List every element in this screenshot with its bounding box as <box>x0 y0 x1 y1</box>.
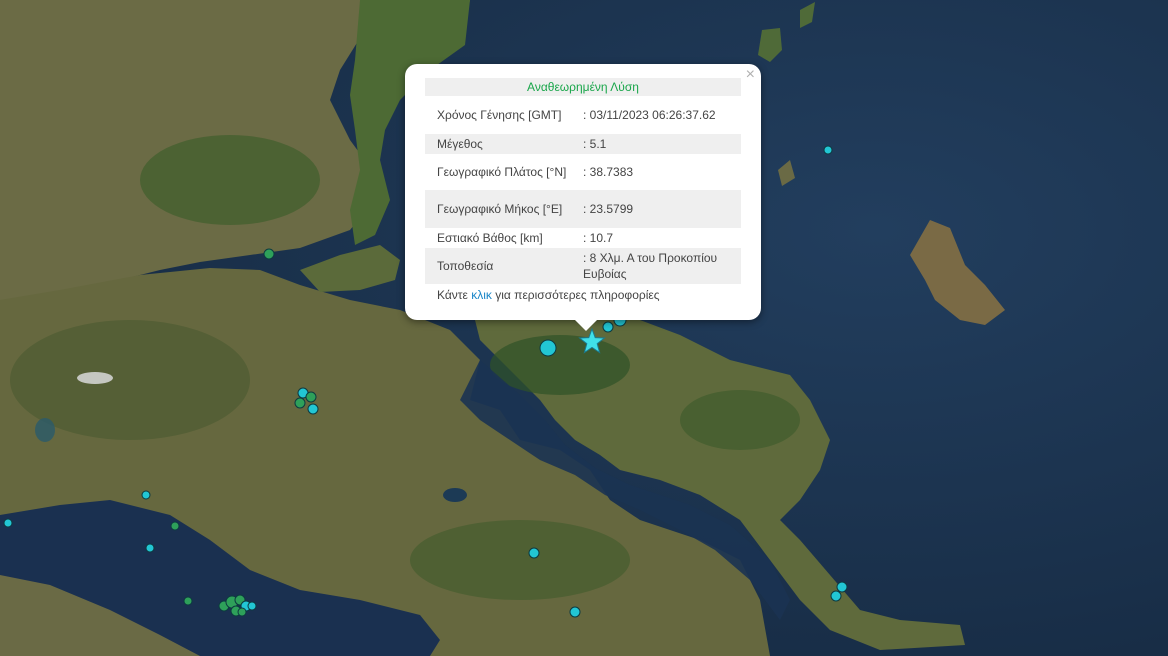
magnitude-label: Μέγεθος <box>425 134 571 154</box>
lake <box>443 488 467 502</box>
table-row: Μέγεθος : 5.1 <box>425 134 741 154</box>
quake-info-table: Χρόνος Γένησης [GMT] : 03/11/2023 06:26:… <box>425 96 741 284</box>
lake <box>35 418 55 442</box>
latitude-value: : 38.7383 <box>583 165 634 179</box>
depth-value: : 10.7 <box>583 231 614 245</box>
forest-patch <box>490 335 630 395</box>
earthquake-marker[interactable] <box>294 397 306 409</box>
close-icon[interactable]: × <box>746 67 755 83</box>
earthquake-marker[interactable] <box>823 145 833 155</box>
table-row: Εστιακό Βάθος [km] : 10.7 <box>425 228 741 248</box>
mountain-snow <box>77 372 113 384</box>
forest-patch <box>410 520 630 600</box>
table-row: Γεωγραφικό Πλάτος [°N] : 38.7383 <box>425 154 741 190</box>
table-row: Χρόνος Γένησης [GMT] : 03/11/2023 06:26:… <box>425 96 741 134</box>
latitude-label: Γεωγραφικό Πλάτος [°N] <box>437 165 567 179</box>
earthquake-marker[interactable] <box>830 590 842 602</box>
location-value: : 8 Χλμ. Α του Προκοπίου Ευβοίας <box>571 248 741 284</box>
popup-footer: Κάντε κλικ για περισσότερες πληροφορίες <box>425 288 741 302</box>
depth-label: Εστιακό Βάθος [km] <box>437 231 543 245</box>
earthquake-marker[interactable] <box>183 596 193 606</box>
popup-tip <box>575 320 597 331</box>
earthquake-marker[interactable] <box>263 248 275 260</box>
footer-text-post: για περισσότερες πληροφορίες <box>491 288 660 302</box>
origin-time-value: : 03/11/2023 06:26:37.62 <box>583 108 716 122</box>
more-info-link[interactable]: κλικ <box>471 288 492 302</box>
earthquake-marker[interactable] <box>170 521 180 531</box>
earthquake-marker[interactable] <box>569 606 581 618</box>
earthquake-marker[interactable] <box>237 607 247 617</box>
origin-time-label: Χρόνος Γένησης [GMT] <box>437 108 562 122</box>
earthquake-marker[interactable] <box>307 403 319 415</box>
quake-info-popup: × Αναθεωρημένη Λύση Χρόνος Γένησης [GMT]… <box>405 64 761 331</box>
earthquake-marker[interactable] <box>528 547 540 559</box>
popup-header: Αναθεωρημένη Λύση <box>425 78 741 96</box>
footer-text-pre: Κάντε <box>437 288 472 302</box>
earthquake-marker[interactable] <box>836 581 848 593</box>
longitude-label: Γεωγραφικό Μήκος [°E] <box>425 190 571 228</box>
table-row: Γεωγραφικό Μήκος [°E] : 23.5799 <box>425 190 741 228</box>
earthquake-marker[interactable] <box>247 601 257 611</box>
earthquake-marker[interactable] <box>145 543 155 553</box>
table-row: Τοποθεσία : 8 Χλμ. Α του Προκοπίου Ευβοί… <box>425 248 741 284</box>
location-label: Τοποθεσία <box>425 248 571 284</box>
longitude-value: : 23.5799 <box>571 190 741 228</box>
forest-patch <box>680 390 800 450</box>
forest-patch <box>140 135 320 225</box>
earthquake-marker[interactable] <box>141 490 151 500</box>
earthquake-marker[interactable] <box>305 391 317 403</box>
earthquake-marker[interactable] <box>539 339 557 357</box>
magnitude-value: : 5.1 <box>571 134 741 154</box>
earthquake-marker[interactable] <box>602 321 614 333</box>
earthquake-marker[interactable] <box>3 518 13 528</box>
